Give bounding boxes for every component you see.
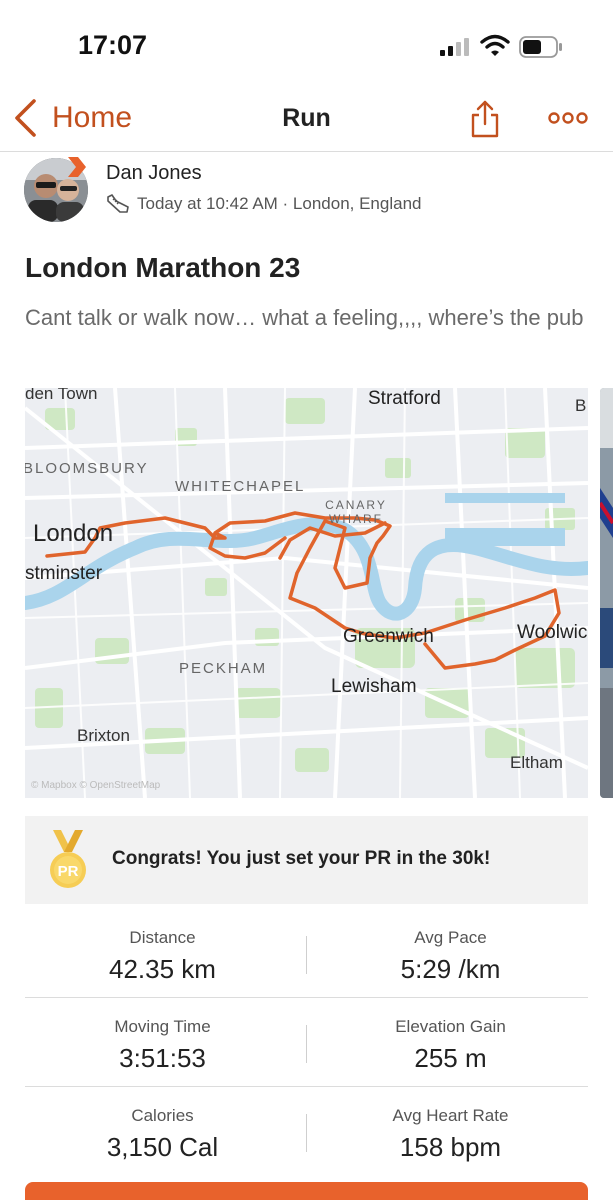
route-map[interactable]: den Town Stratford B BLOOMSBURY WHITECHA…	[25, 388, 588, 798]
royal-docks	[445, 528, 565, 546]
stat-divider	[306, 936, 307, 974]
athlete-name[interactable]: Dan Jones	[106, 162, 202, 185]
stat-value: 255 m	[414, 1043, 487, 1073]
activity-description: Cant talk or walk now… what a feeling,,,…	[25, 305, 584, 330]
activity-meta-text: Today at 10:42 AM · London, England	[137, 194, 422, 213]
map-attribution: © Mapbox © OpenStreetMap	[31, 780, 161, 791]
strava-badge-icon	[68, 157, 86, 177]
chevron-left-icon	[15, 99, 36, 137]
stats-row: Distance 42.35 km Avg Pace 5:29 /km	[25, 910, 588, 998]
navigation-bar: Home Run	[0, 88, 613, 152]
map-label-bloomsbury: BLOOMSBURY	[25, 460, 149, 477]
stats-row: Calories 3,150 Cal Avg Heart Rate 158 bp…	[25, 1088, 588, 1176]
map-label-stratford: Stratford	[368, 388, 441, 409]
stat-label: Avg Heart Rate	[392, 1106, 509, 1125]
medal-badge-text: PR	[58, 863, 79, 880]
stat-value: 5:29 /km	[400, 954, 501, 984]
back-button[interactable]: Home	[12, 96, 132, 140]
map-label-eltham: Eltham	[510, 753, 563, 772]
map-label-brixton: Brixton	[77, 726, 130, 745]
stat-label: Moving Time	[114, 1017, 211, 1036]
stat-value: 3,150 Cal	[106, 1132, 219, 1162]
stat-divider	[306, 1025, 307, 1063]
stat-label: Calories	[131, 1106, 194, 1125]
stats-row: Moving Time 3:51:53 Elevation Gain 255 m	[25, 999, 588, 1087]
stat-value: 3:51:53	[119, 1043, 206, 1073]
activity-photo-peek[interactable]	[600, 388, 613, 798]
stat-divider	[306, 1114, 307, 1152]
photo-thumbnail	[600, 388, 613, 798]
map-label-camden: den Town	[25, 388, 98, 403]
back-label: Home	[52, 101, 133, 134]
stat-label: Distance	[129, 928, 196, 947]
shoe-icon	[107, 194, 129, 213]
map-parks	[35, 398, 575, 772]
map-label-b: B	[575, 396, 587, 415]
stat-avg-heart-rate: Avg Heart Rate 158 bpm	[313, 1088, 588, 1163]
stat-value: 158 bpm	[399, 1132, 502, 1162]
map-label-peckham: PECKHAM	[179, 660, 268, 677]
more-icon[interactable]	[548, 108, 588, 128]
stat-calories: Calories 3,150 Cal	[25, 1088, 300, 1163]
stat-elevation-gain: Elevation Gain 255 m	[313, 999, 588, 1074]
achievement-message: Congrats! You just set your PR in the 30…	[112, 848, 491, 869]
stat-distance: Distance 42.35 km	[25, 910, 300, 985]
map-label-greenwich: Greenwich	[343, 626, 434, 647]
map-label-london: London	[33, 520, 114, 547]
activity-meta: Today at 10:42 AM · London, England	[106, 193, 421, 215]
map-label-westminster: stminster	[25, 563, 103, 584]
achievement-banner[interactable]: PR Congrats! You just set your PR in the…	[25, 816, 588, 904]
map-label-lewisham: Lewisham	[331, 676, 417, 697]
view-analysis-button[interactable]	[25, 1182, 588, 1200]
map-label-whitechapel: WHITECHAPEL	[175, 478, 306, 495]
activity-title: London Marathon 23	[25, 252, 301, 283]
stat-label: Elevation Gain	[395, 1017, 506, 1036]
status-time: 17:07	[78, 30, 148, 60]
wifi-icon	[480, 34, 510, 56]
map-label-woolwich: Woolwic	[517, 622, 588, 643]
status-bar: 17:07	[0, 0, 613, 88]
stat-label: Avg Pace	[414, 928, 487, 947]
map-label-canary-wharf: CANARY WHARF	[325, 498, 387, 526]
cellular-signal-icon	[440, 38, 469, 56]
battery-icon	[519, 36, 562, 58]
stat-moving-time: Moving Time 3:51:53	[25, 999, 300, 1074]
stat-value: 42.35 km	[109, 954, 216, 984]
share-icon[interactable]	[468, 98, 502, 138]
medal-icon: PR	[50, 830, 86, 888]
stat-avg-pace: Avg Pace 5:29 /km	[313, 910, 588, 985]
